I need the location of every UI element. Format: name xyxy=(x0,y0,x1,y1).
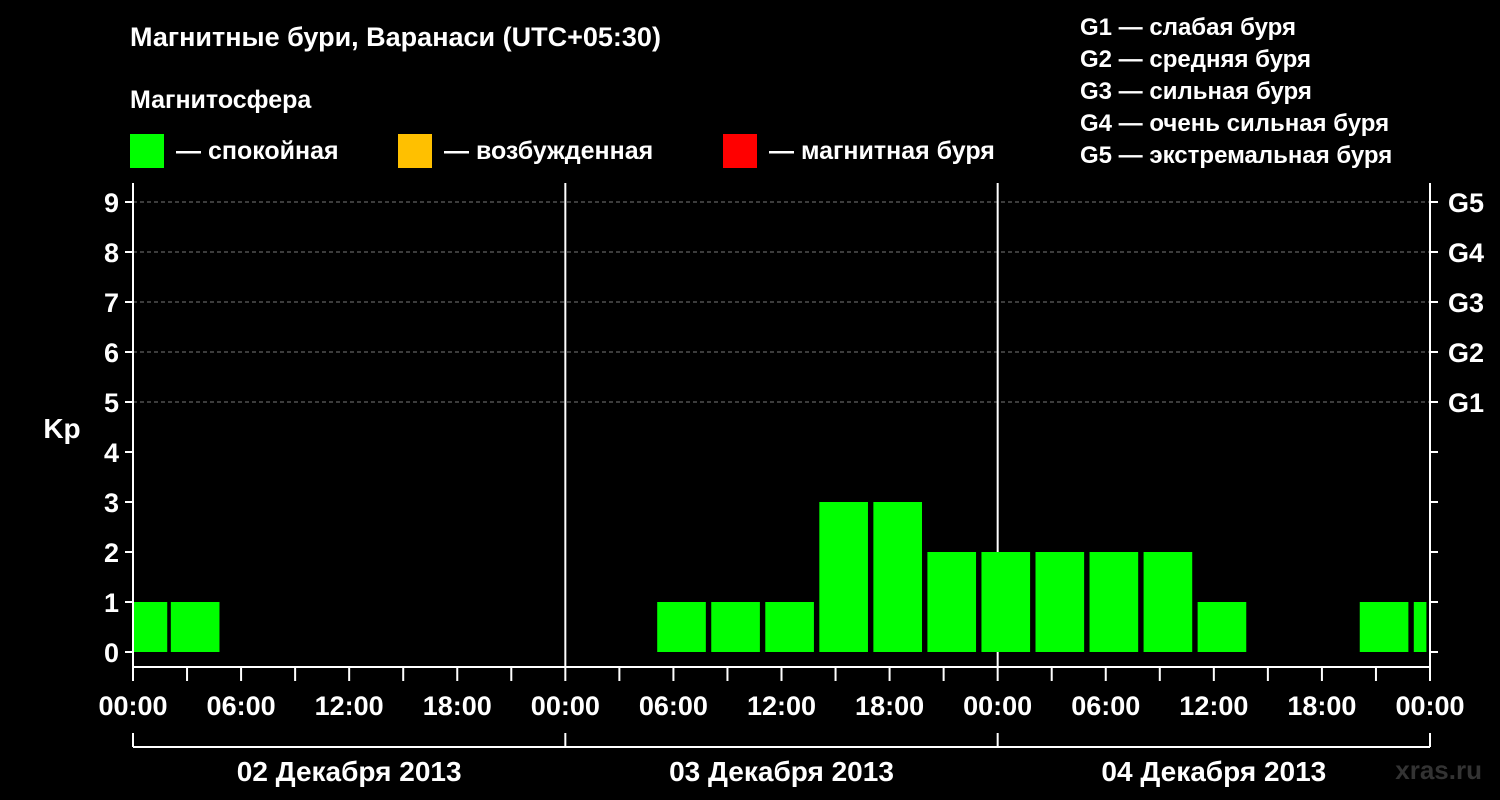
y-axis-label: Kp xyxy=(43,413,80,444)
y-tick-label: 5 xyxy=(104,388,119,418)
kp-bar xyxy=(1413,602,1427,652)
y-tick-label: 9 xyxy=(104,188,119,218)
x-tick-label: 06:00 xyxy=(207,691,276,721)
y-tick-label: 3 xyxy=(104,488,119,518)
day-label: 02 Декабря 2013 xyxy=(237,756,462,787)
kp-bar xyxy=(657,602,706,652)
kp-bar xyxy=(1359,602,1409,652)
x-tick-label: 00:00 xyxy=(98,691,167,721)
g-tick-label: G1 xyxy=(1448,388,1484,418)
g-tick-label: G3 xyxy=(1448,288,1484,318)
x-tick-label: 12:00 xyxy=(747,691,816,721)
kp-bar xyxy=(1143,552,1193,652)
kp-bar xyxy=(1035,552,1085,652)
watermark: xras.ru xyxy=(1395,755,1482,785)
day-label: 03 Декабря 2013 xyxy=(669,756,894,787)
kp-bar xyxy=(981,552,1031,652)
x-tick-label: 18:00 xyxy=(855,691,924,721)
kp-bar-chart: 0 1 2 3 4 5 6 7 8 9 G1 G2 G3 G4 G5 Kp 00:00 06:00 12:00 18:… xyxy=(43,183,1484,787)
kp-bar xyxy=(133,602,168,652)
kp-bar xyxy=(1197,602,1247,652)
x-tick-label: 00:00 xyxy=(963,691,1032,721)
g-tick-label: G2 xyxy=(1448,338,1484,368)
y-tick-label: 0 xyxy=(104,638,119,668)
y-tick-label: 4 xyxy=(104,438,119,468)
x-tick-label: 12:00 xyxy=(1179,691,1248,721)
kp-bar xyxy=(1089,552,1139,652)
x-tick-label: 06:00 xyxy=(639,691,708,721)
y-tick-label: 1 xyxy=(104,588,119,618)
kp-bar xyxy=(873,502,923,652)
day-label: 04 Декабря 2013 xyxy=(1101,756,1326,787)
x-tick-label: 00:00 xyxy=(531,691,600,721)
x-tick-label: 12:00 xyxy=(315,691,384,721)
x-tick-label: 06:00 xyxy=(1071,691,1140,721)
g-tick-label: G5 xyxy=(1448,188,1484,218)
y-tick-label: 8 xyxy=(104,238,119,268)
kp-bar xyxy=(927,552,977,652)
y-tick-label: 2 xyxy=(104,538,119,568)
kp-bar xyxy=(711,602,760,652)
x-tick-label: 18:00 xyxy=(1287,691,1356,721)
kp-bar xyxy=(765,602,814,652)
kp-bar xyxy=(170,602,220,652)
y-tick-label: 6 xyxy=(104,338,119,368)
y-tick-label: 7 xyxy=(104,288,119,318)
g-tick-label: G4 xyxy=(1448,238,1484,268)
x-tick-label: 18:00 xyxy=(423,691,492,721)
x-tick-label: 00:00 xyxy=(1395,691,1464,721)
kp-bar xyxy=(819,502,868,652)
